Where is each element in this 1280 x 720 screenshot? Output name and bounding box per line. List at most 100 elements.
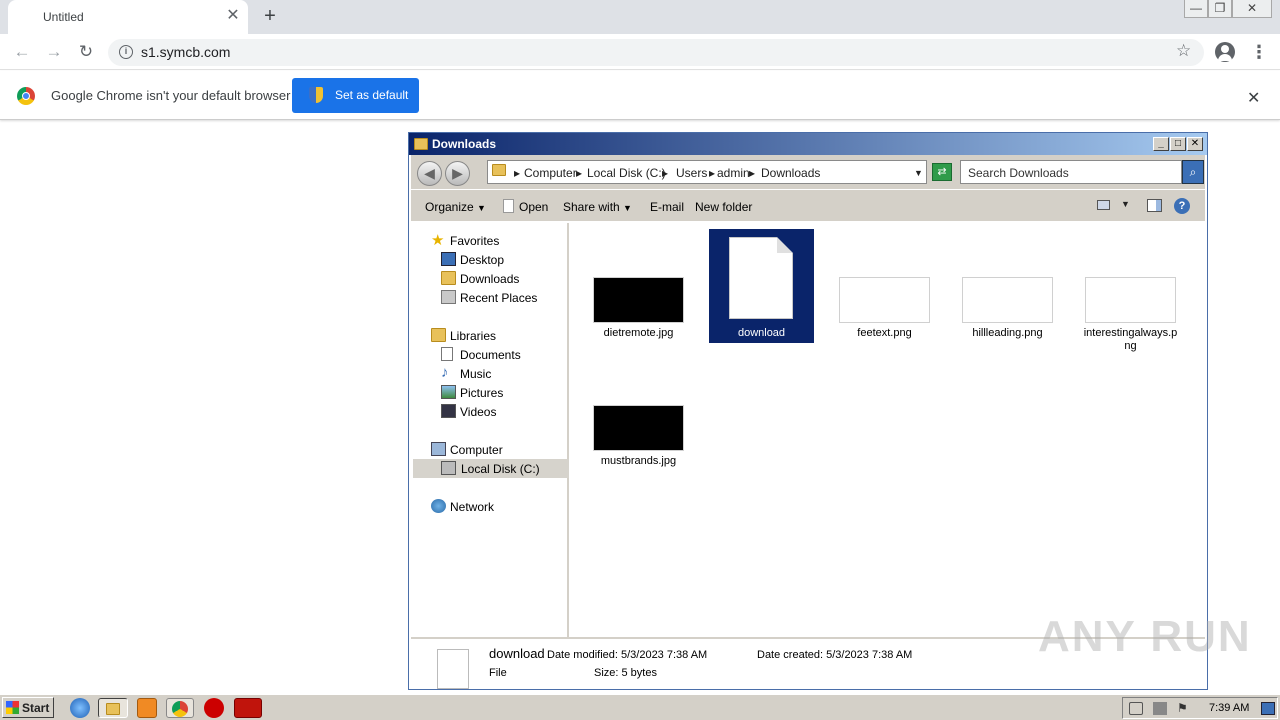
file-item[interactable]: mustbrands.jpg (586, 357, 691, 471)
nav-libraries-label: Libraries (450, 329, 497, 343)
view-dropdown-icon[interactable]: ▼ (1121, 199, 1130, 209)
image-thumbnail (1085, 277, 1176, 323)
new-folder-button[interactable]: New folder (695, 200, 752, 214)
default-browser-infobar: Google Chrome isn't your default browser… (0, 71, 1280, 120)
tab-strip: Untitled ✕ + — ❐ ✕ (0, 0, 1280, 34)
documents-icon (441, 347, 453, 361)
generic-file-icon (729, 237, 793, 319)
breadcrumb-users[interactable]: Users (676, 166, 707, 180)
file-item[interactable]: dietremote.jpg (586, 229, 691, 343)
back-icon[interactable]: ← (10, 40, 34, 64)
acrobat-icon[interactable] (234, 698, 262, 718)
media-player-icon[interactable] (137, 698, 157, 718)
start-button[interactable]: Start (2, 697, 54, 718)
breadcrumb-sep[interactable]: ▸ (709, 166, 715, 180)
infobar-close-icon[interactable]: ✕ (1247, 88, 1260, 108)
chrome-taskbar-button[interactable] (166, 698, 194, 718)
computer-icon (431, 442, 446, 456)
set-as-default-button[interactable]: Set as default (292, 78, 419, 113)
nav-recent-label: Recent Places (460, 291, 538, 305)
preview-pane-icon[interactable] (1147, 199, 1162, 212)
browser-toolbar: ← → ↻ i s1.symcb.com ☆ (0, 34, 1280, 70)
opera-icon[interactable] (204, 698, 224, 718)
explorer-titlebar[interactable]: Downloads _ □ ✕ (409, 133, 1207, 155)
nav-local-disk[interactable]: Local Disk (C:) (413, 459, 569, 478)
breadcrumb-admin[interactable]: admin (717, 166, 750, 180)
search-input[interactable]: Search Downloads (960, 160, 1182, 184)
nav-documents-label: Documents (460, 348, 521, 362)
explorer-back-icon[interactable]: ◀ (417, 161, 442, 186)
explorer-taskbar-button[interactable] (98, 698, 128, 718)
breadcrumb-folder-icon (492, 164, 506, 176)
breadcrumb-downloads[interactable]: Downloads (761, 166, 820, 180)
windows-logo-icon (6, 701, 19, 714)
url-text[interactable]: s1.symcb.com (141, 44, 230, 60)
chrome-logo-icon (17, 87, 35, 105)
bookmark-star-icon[interactable]: ☆ (1176, 41, 1191, 61)
file-name: interestingalways.png (1083, 327, 1178, 352)
explorer-window: Downloads _ □ ✕ ◀ ▶ ▸ Computer ▸ Local D… (408, 132, 1208, 690)
breadcrumb-sep[interactable]: ▸ (662, 166, 668, 180)
address-bar[interactable]: i s1.symcb.com ☆ (108, 39, 1204, 66)
email-button[interactable]: E-mail (650, 200, 684, 214)
network-tray-icon[interactable] (1153, 702, 1167, 715)
breadcrumb-dropdown-icon[interactable]: ▼ (914, 168, 923, 178)
network-icon (431, 499, 446, 513)
star-icon: ★ (431, 232, 445, 249)
nav-music-label: Music (460, 367, 492, 381)
nav-pictures-label: Pictures (460, 386, 504, 400)
navigation-pane: ★ Favorites Desktop Downloads Recent Pla… (413, 223, 569, 637)
search-icon[interactable]: ⌕ (1182, 160, 1204, 184)
nav-computer-label: Computer (450, 443, 503, 457)
chrome-taskbar-icon (172, 701, 188, 717)
explorer-title: Downloads (432, 137, 497, 151)
view-icon[interactable] (1097, 200, 1110, 210)
share-with-button[interactable]: Share with ▼ (563, 200, 632, 214)
flag-icon[interactable]: ⚑ (1177, 701, 1191, 715)
open-button[interactable]: Open (519, 200, 548, 214)
music-icon: ♪ (441, 364, 449, 381)
organize-button[interactable]: Organize ▼ (425, 200, 486, 214)
new-tab-button[interactable]: + (258, 4, 282, 28)
explorer-close-button[interactable]: ✕ (1187, 137, 1203, 151)
site-info-icon[interactable]: i (119, 45, 133, 59)
ie-icon[interactable] (70, 698, 90, 718)
tab-untitled[interactable]: Untitled ✕ (8, 0, 248, 34)
breadcrumb-sep[interactable]: ▸ (576, 166, 582, 180)
profile-avatar-icon[interactable] (1215, 42, 1235, 62)
restore-button[interactable]: ❐ (1208, 0, 1232, 18)
explorer-address-row: ◀ ▶ ▸ Computer ▸ Local Disk (C:) ▸ Users… (411, 155, 1205, 189)
reload-icon[interactable]: ↻ (74, 40, 98, 64)
explorer-forward-icon[interactable]: ▶ (445, 161, 470, 186)
file-item-selected[interactable]: download (709, 229, 814, 343)
file-name: mustbrands.jpg (600, 455, 677, 467)
image-thumbnail (593, 405, 684, 451)
tab-close-icon[interactable]: ✕ (224, 6, 242, 26)
videos-icon (441, 404, 456, 418)
help-icon[interactable]: ? (1174, 198, 1190, 214)
show-desktop-icon[interactable] (1261, 702, 1275, 715)
breadcrumb[interactable]: ▸ Computer ▸ Local Disk (C:) ▸ Users ▸ a… (487, 160, 927, 184)
breadcrumb-sep[interactable]: ▸ (514, 166, 520, 180)
forward-icon[interactable]: → (42, 40, 66, 64)
explorer-minimize-button[interactable]: _ (1153, 137, 1169, 151)
clock[interactable]: 7:39 AM (1209, 702, 1249, 714)
volume-icon[interactable] (1129, 702, 1143, 715)
explorer-refresh-icon[interactable]: ⇄ (932, 163, 952, 181)
breadcrumb-local-disk[interactable]: Local Disk (C:) (587, 166, 666, 180)
file-list: dietremote.jpg download feetext.png hill… (571, 223, 1205, 637)
uac-shield-icon (309, 87, 323, 103)
breadcrumb-sep[interactable]: ▸ (749, 166, 755, 180)
share-with-label: Share with (563, 200, 620, 214)
explorer-maximize-button[interactable]: □ (1170, 137, 1186, 151)
nav-local-disk-label: Local Disk (C:) (461, 462, 540, 476)
file-item[interactable]: interestingalways.png (1078, 229, 1183, 352)
file-item[interactable]: feetext.png (832, 229, 937, 343)
file-item[interactable]: hillleading.png (955, 229, 1060, 343)
file-name: hillleading.png (972, 327, 1043, 339)
chrome-menu-icon[interactable]: ⋮ (1250, 40, 1268, 64)
minimize-button[interactable]: — (1184, 0, 1208, 18)
details-created: Date created: 5/3/2023 7:38 AM (757, 649, 913, 661)
window-close-button[interactable]: ✕ (1232, 0, 1272, 18)
breadcrumb-computer[interactable]: Computer (524, 166, 577, 180)
